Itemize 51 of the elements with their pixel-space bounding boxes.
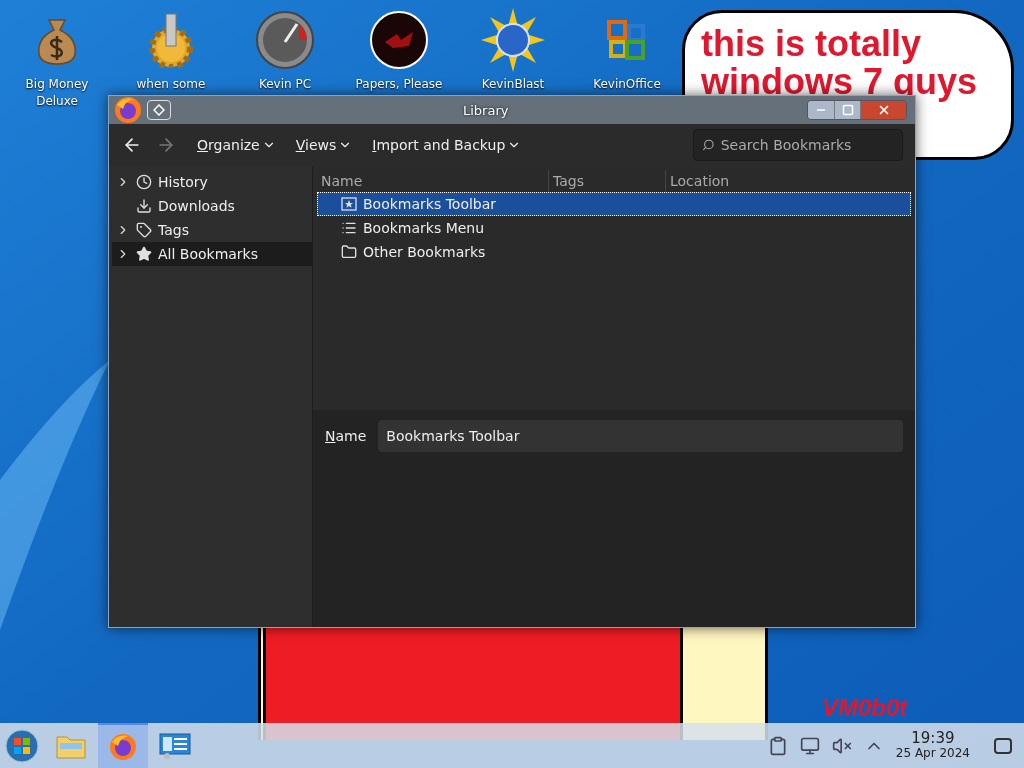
speech-bubble-text: this is totally <box>701 25 923 63</box>
disc-icon <box>369 10 429 70</box>
firefox-icon <box>113 95 143 125</box>
folder-icon <box>341 244 357 260</box>
list-icon <box>341 220 357 236</box>
show-desktop-button[interactable] <box>994 737 1012 754</box>
clock-icon <box>136 174 152 190</box>
clock-time[interactable]: 19:39 <box>911 730 955 746</box>
window-menu-button[interactable] <box>147 100 171 120</box>
taskbar-app-button[interactable] <box>98 723 148 768</box>
sun-globe-icon <box>480 7 546 73</box>
name-input[interactable]: Bookmarks Toolbar <box>386 425 895 447</box>
monitor-icon[interactable] <box>799 735 820 756</box>
sidebar-item[interactable]: All Bookmarks <box>112 242 312 266</box>
diamond-icon <box>153 104 165 116</box>
muted-speaker-icon[interactable] <box>831 735 852 756</box>
sidebar-item[interactable]: History <box>112 170 312 194</box>
star-icon <box>136 246 152 262</box>
search-input[interactable]: Search Bookmarks <box>720 134 894 156</box>
desktop-icon-label[interactable]: KevinBlast <box>481 76 545 93</box>
window-title: Library <box>463 102 509 120</box>
sidebar-item[interactable]: Downloads <box>112 194 312 218</box>
menu-button[interactable]: Views <box>295 134 353 156</box>
star-box-icon <box>341 196 357 212</box>
close-button[interactable] <box>860 101 906 119</box>
firefox-icon <box>108 731 138 762</box>
desktop-icon-label[interactable]: Big Money Deluxe <box>3 76 111 110</box>
search-field[interactable]: Search Bookmarks <box>693 129 903 161</box>
search-icon <box>702 138 715 152</box>
clock-date[interactable]: 25 Apr 2024 <box>895 745 970 761</box>
name-field[interactable]: Bookmarks Toolbar <box>378 420 903 452</box>
name-label: Name <box>325 426 367 446</box>
control-panel-icon <box>159 731 191 760</box>
gauge-icon <box>255 10 315 70</box>
desktop-icon-label[interactable]: Kevin PC <box>258 76 312 93</box>
sidebar-item[interactable]: Tags <box>112 218 312 242</box>
start-orb-icon <box>5 728 39 763</box>
signature-text: VM0b0t <box>822 693 908 723</box>
desktop-icon-label[interactable]: Papers, Please <box>355 76 443 93</box>
tag-icon <box>136 222 152 238</box>
desktop-icon-label[interactable]: KevinOffice <box>593 76 661 93</box>
download-icon <box>136 198 152 214</box>
maximize-icon <box>841 104 854 116</box>
bookmark-row[interactable]: Bookmarks Menu <box>317 216 911 240</box>
column-header[interactable]: Name <box>317 170 548 192</box>
maximize-button[interactable] <box>834 101 860 119</box>
menu-button[interactable]: Import and Backup <box>372 134 522 156</box>
menu-button[interactable]: Organize <box>197 134 276 156</box>
desktop-icon-label[interactable]: when some <box>136 76 206 93</box>
bookmark-row[interactable]: Bookmarks Toolbar <box>317 192 911 216</box>
bookmark-row[interactable]: Other Bookmarks <box>317 240 911 264</box>
